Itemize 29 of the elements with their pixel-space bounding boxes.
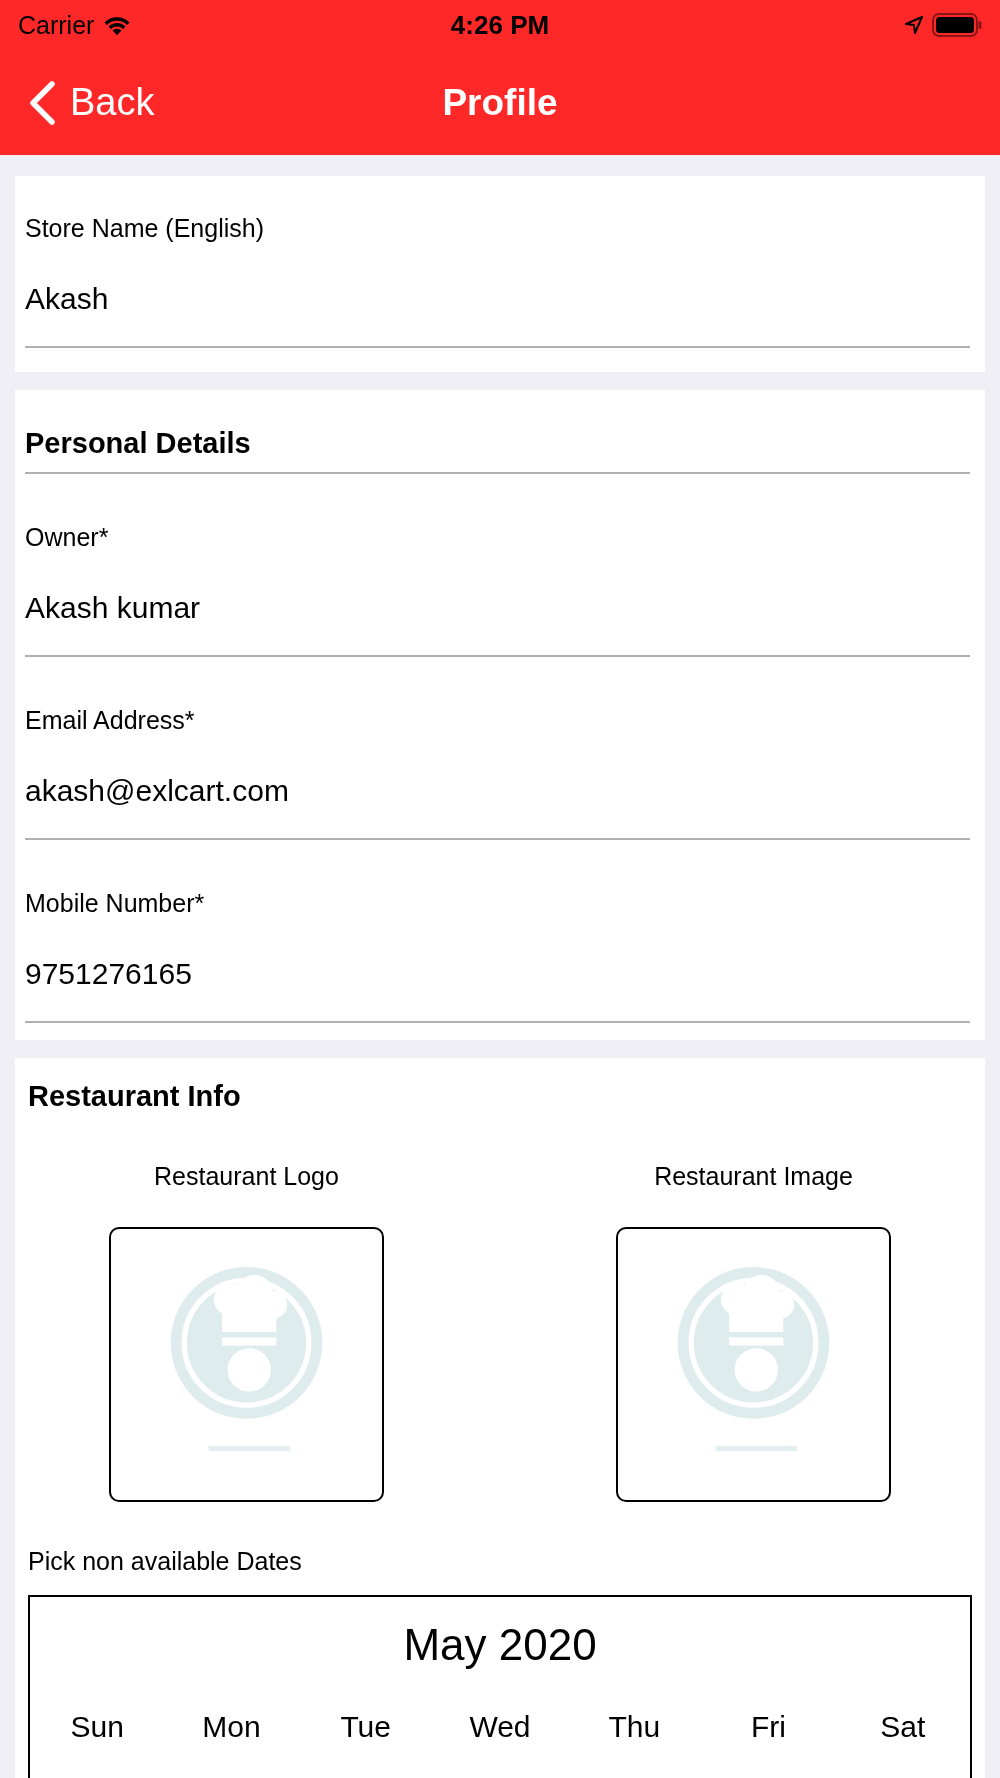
status-time: 4:26 PM — [450, 9, 550, 41]
weekday-label: Sat — [879, 1709, 927, 1745]
location-arrow-icon — [904, 15, 924, 35]
calendar-month: May 2020 — [403, 1619, 597, 1671]
dates-label: Pick non available Dates — [28, 1546, 302, 1577]
chevron-left-icon — [28, 79, 56, 126]
carrier-name: Carrier — [18, 10, 95, 40]
text-field[interactable]: Akash — [25, 281, 970, 348]
text-field[interactable]: akash@exlcart.com — [25, 773, 970, 840]
field-label: Owner* — [25, 522, 109, 553]
weekday-label: Sun — [69, 1709, 125, 1745]
section-heading: Personal Details — [25, 425, 970, 474]
weekday-label: Mon — [201, 1709, 262, 1745]
battery-icon — [932, 13, 982, 37]
screen-title: Profile — [442, 81, 558, 124]
back-button[interactable]: Back — [28, 79, 155, 126]
weekday-label: Fri — [750, 1709, 788, 1745]
text-field[interactable]: 9751276165 — [25, 956, 970, 1023]
field-label: Mobile Number* — [25, 888, 205, 919]
section-heading: Restaurant Info — [28, 1079, 241, 1114]
weekday-label: Wed — [468, 1709, 532, 1745]
image-label: Restaurant Logo — [154, 1161, 339, 1192]
wifi-icon — [102, 14, 133, 36]
field-label: Store Name (English) — [25, 213, 264, 244]
field-label: Email Address* — [25, 705, 195, 736]
weekday-label: Tue — [339, 1709, 392, 1745]
image-label: Restaurant Image — [654, 1161, 853, 1192]
weekday-label: Thu — [607, 1709, 662, 1745]
text-field[interactable]: Akash kumar — [25, 590, 970, 657]
